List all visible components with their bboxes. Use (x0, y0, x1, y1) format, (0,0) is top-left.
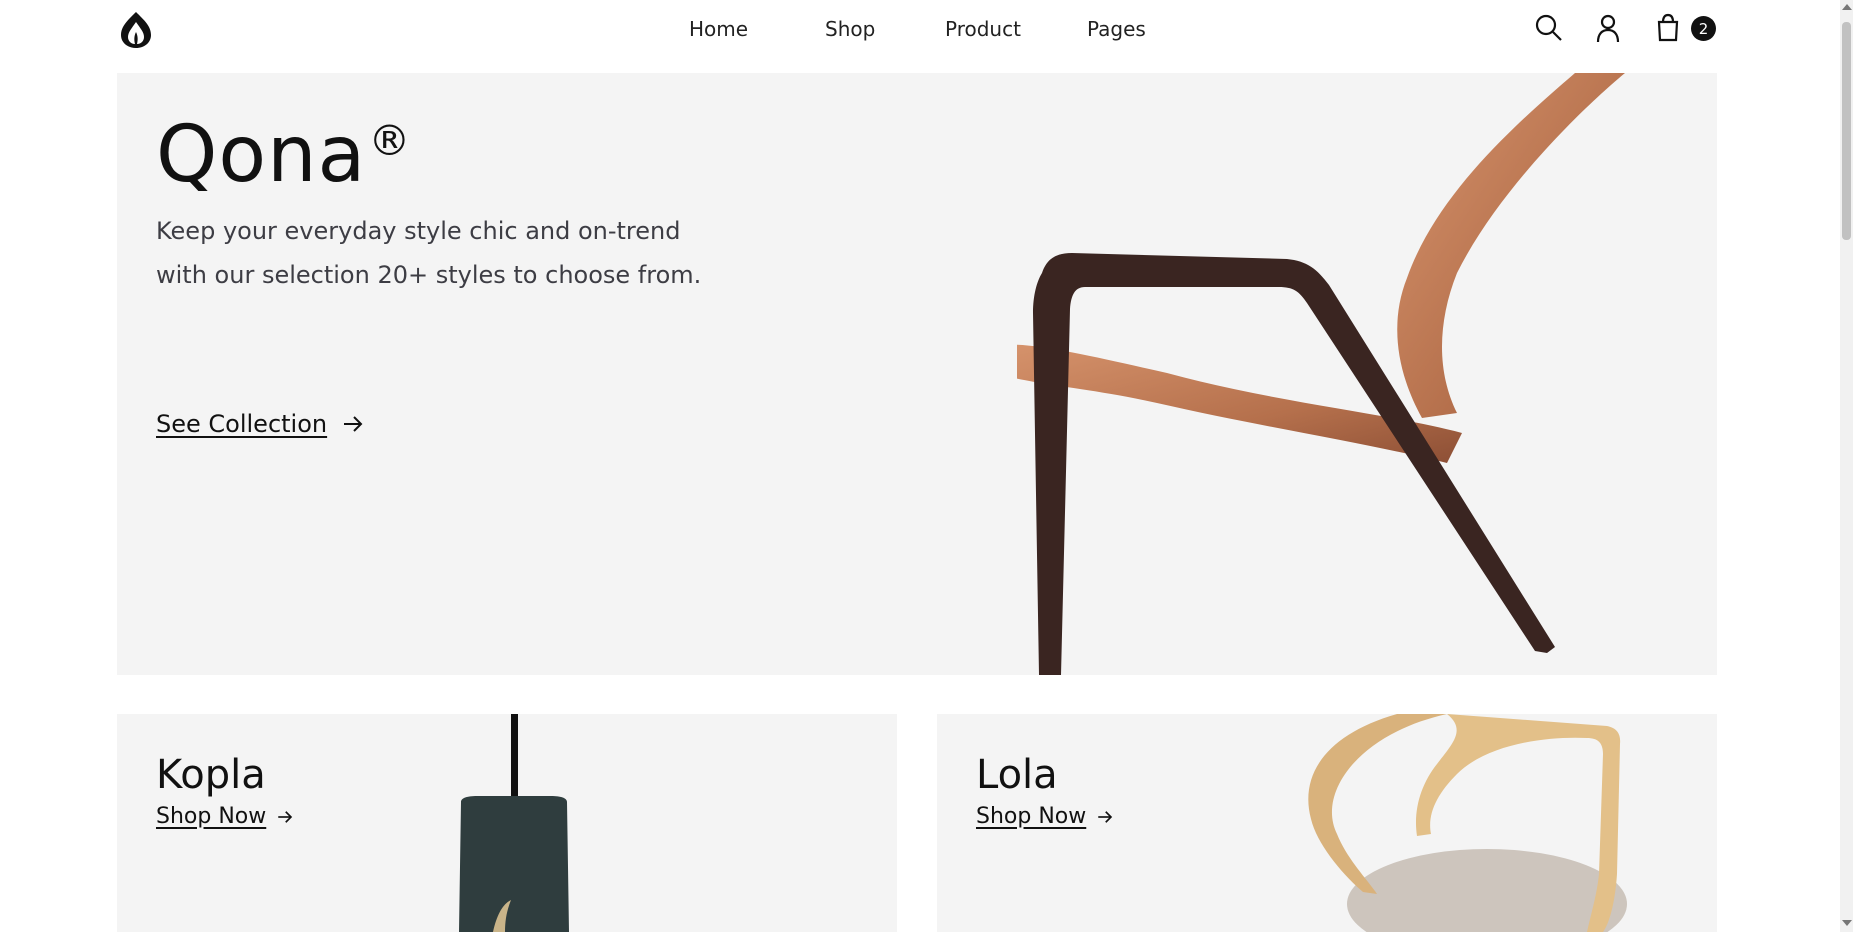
hero-chair-image (1017, 73, 1625, 675)
see-collection-label: See Collection (156, 410, 328, 438)
pendant-lamp-image (459, 714, 569, 932)
card-title: Kopla (156, 752, 266, 798)
page-scrollbar[interactable] (1840, 0, 1853, 932)
cart-count-badge: 2 (1691, 16, 1716, 41)
nav-product[interactable]: Product (945, 17, 1021, 41)
nav-home[interactable]: Home (689, 17, 748, 41)
product-card-kopla[interactable]: Kopla Shop Now (117, 714, 897, 932)
see-collection-link[interactable]: See Collection (156, 410, 365, 438)
nav-shop[interactable]: Shop (825, 17, 875, 41)
arrow-right-icon (278, 810, 293, 823)
site-header: Home Shop Product Pages 2 (0, 0, 1840, 60)
card-title: Lola (976, 752, 1058, 798)
arrow-right-icon (344, 416, 363, 432)
shopping-bag-icon[interactable] (1652, 12, 1684, 44)
scroll-up-arrow-icon[interactable] (1842, 4, 1852, 10)
registered-mark: ® (368, 116, 412, 165)
search-icon[interactable] (1533, 12, 1565, 44)
hero-title: Qona® (156, 110, 412, 200)
hero-description: Keep your everyday style chic and on-tre… (156, 217, 702, 289)
hero-banner: Qona® Keep your everyday style chic and … (117, 73, 1717, 675)
shop-now-link[interactable]: Shop Now (976, 804, 1114, 829)
user-icon[interactable] (1592, 12, 1624, 44)
curved-chair-image (1308, 714, 1627, 932)
product-card-lola[interactable]: Lola Shop Now (937, 714, 1717, 932)
arrow-right-icon (1098, 810, 1113, 823)
scroll-down-arrow-icon[interactable] (1842, 920, 1852, 926)
nav-pages[interactable]: Pages (1087, 17, 1146, 41)
scroll-thumb[interactable] (1842, 22, 1851, 240)
shop-now-label: Shop Now (156, 804, 267, 829)
shop-now-link[interactable]: Shop Now (156, 804, 294, 829)
shop-now-label: Shop Now (976, 804, 1087, 829)
